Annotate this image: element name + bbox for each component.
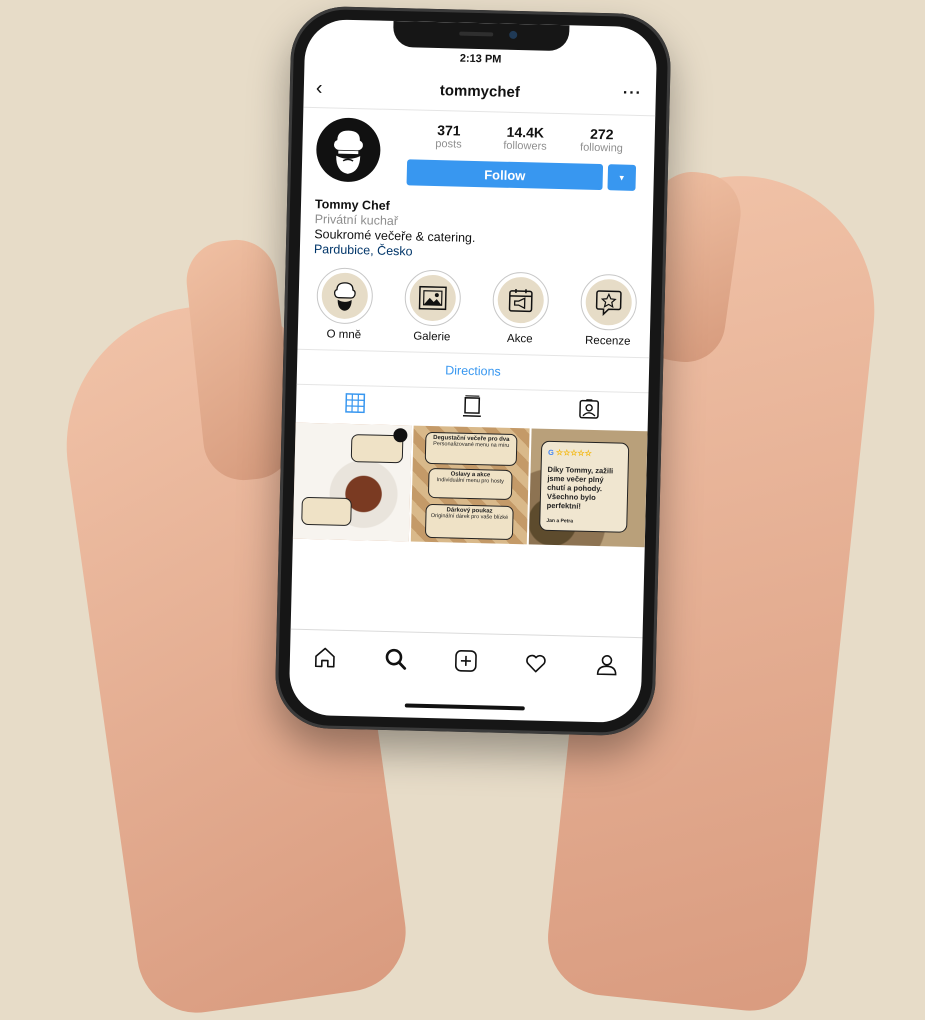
post-thumbnail[interactable]: Degustační večeře pro dva Personalizovan…: [411, 426, 530, 545]
profile-icon[interactable]: [594, 652, 619, 677]
more-options-icon[interactable]: ···: [623, 85, 642, 103]
highlight-label: O mně: [306, 328, 382, 342]
posts-label: posts: [412, 137, 484, 151]
feed-icon: [463, 395, 482, 417]
smartphone: 2:13 PM ‹ tommychef ··· 371 posts 14.4K …: [274, 5, 672, 736]
star-bubble-icon: [594, 288, 623, 317]
post-thumbnail[interactable]: G ☆☆☆☆☆ Díky Tommy, zažili jsme večer pl…: [529, 428, 648, 547]
calendar-megaphone-icon: [507, 287, 534, 314]
following-label: following: [565, 141, 637, 155]
profile-stats: 371 posts 14.4K followers 272 following: [412, 121, 638, 154]
speaker-grille: [459, 32, 493, 37]
bottom-navigation: [289, 629, 642, 693]
status-time: 2:13 PM: [305, 49, 657, 70]
post-caption-card: Dárkový poukaz Originální dárek pro vaše…: [425, 504, 514, 540]
post-caption-card: [301, 497, 352, 526]
review-signature: Jan a Petra: [546, 518, 620, 526]
tab-grid[interactable]: [296, 384, 414, 423]
post-caption-card: Oslavy a akce Individuální menu pro host…: [428, 468, 513, 500]
tagged-icon: [578, 398, 601, 421]
follow-button[interactable]: Follow: [407, 159, 604, 190]
stat-posts[interactable]: 371 posts: [412, 121, 485, 151]
add-post-icon[interactable]: [454, 649, 479, 674]
highlight-label: Recenze: [570, 334, 646, 348]
tab-feed[interactable]: [413, 387, 531, 426]
rating-stars: ☆☆☆☆☆: [556, 448, 592, 458]
heart-icon[interactable]: [524, 650, 549, 675]
stat-followers[interactable]: 14.4K followers: [489, 123, 562, 153]
profile-tabs: [296, 384, 649, 429]
home-icon[interactable]: [313, 645, 338, 670]
highlight-label: Galerie: [394, 330, 470, 344]
followers-count: 14.4K: [489, 123, 561, 141]
following-count: 272: [566, 125, 638, 143]
review-card: G ☆☆☆☆☆ Díky Tommy, zažili jsme večer pl…: [539, 441, 629, 533]
card-text: Personalizované menu na míru: [433, 441, 509, 449]
followers-label: followers: [489, 139, 561, 153]
highlight-galerie[interactable]: Galerie: [394, 269, 472, 344]
chef-icon: [331, 281, 358, 312]
home-indicator[interactable]: [405, 703, 525, 710]
avatar[interactable]: [316, 117, 382, 183]
phone-screen: 2:13 PM ‹ tommychef ··· 371 posts 14.4K …: [289, 19, 658, 723]
tab-tagged[interactable]: [530, 389, 648, 428]
post-thumbnail[interactable]: [293, 423, 412, 542]
card-text: Individuální menu pro hosty: [437, 477, 504, 485]
posts-grid: Degustační večeře pro dva Personalizovan…: [293, 423, 648, 548]
follow-dropdown-button[interactable]: ▾: [607, 164, 636, 191]
highlight-recenze[interactable]: Recenze: [570, 273, 648, 348]
highlight-akce[interactable]: Akce: [482, 271, 560, 346]
front-camera: [509, 31, 517, 39]
highlight-label: Akce: [482, 332, 558, 346]
image-icon: [418, 286, 447, 311]
profile-header: ‹ tommychef ···: [303, 71, 656, 117]
grid-icon: [345, 393, 365, 413]
stat-following[interactable]: 272 following: [565, 125, 638, 155]
chef-avatar-icon: [316, 117, 382, 183]
posts-count: 371: [413, 121, 485, 139]
chef-logo-icon: [393, 428, 407, 442]
profile-username: tommychef: [304, 79, 656, 105]
review-text: Díky Tommy, zažili jsme večer plný chutí…: [547, 465, 622, 512]
google-icon: G: [548, 448, 554, 457]
story-highlights: O mně Galerie: [306, 267, 648, 348]
search-icon[interactable]: [383, 647, 408, 672]
card-text: Originální dárek pro vaše blízké: [431, 513, 508, 521]
post-caption-card: Degustační večeře pro dva Personalizovan…: [425, 432, 518, 466]
phone-notch: [393, 21, 570, 51]
profile-bio: Tommy Chef Privátní kuchař Soukromé veče…: [314, 197, 477, 261]
highlight-o-mne[interactable]: O mně: [306, 267, 384, 342]
